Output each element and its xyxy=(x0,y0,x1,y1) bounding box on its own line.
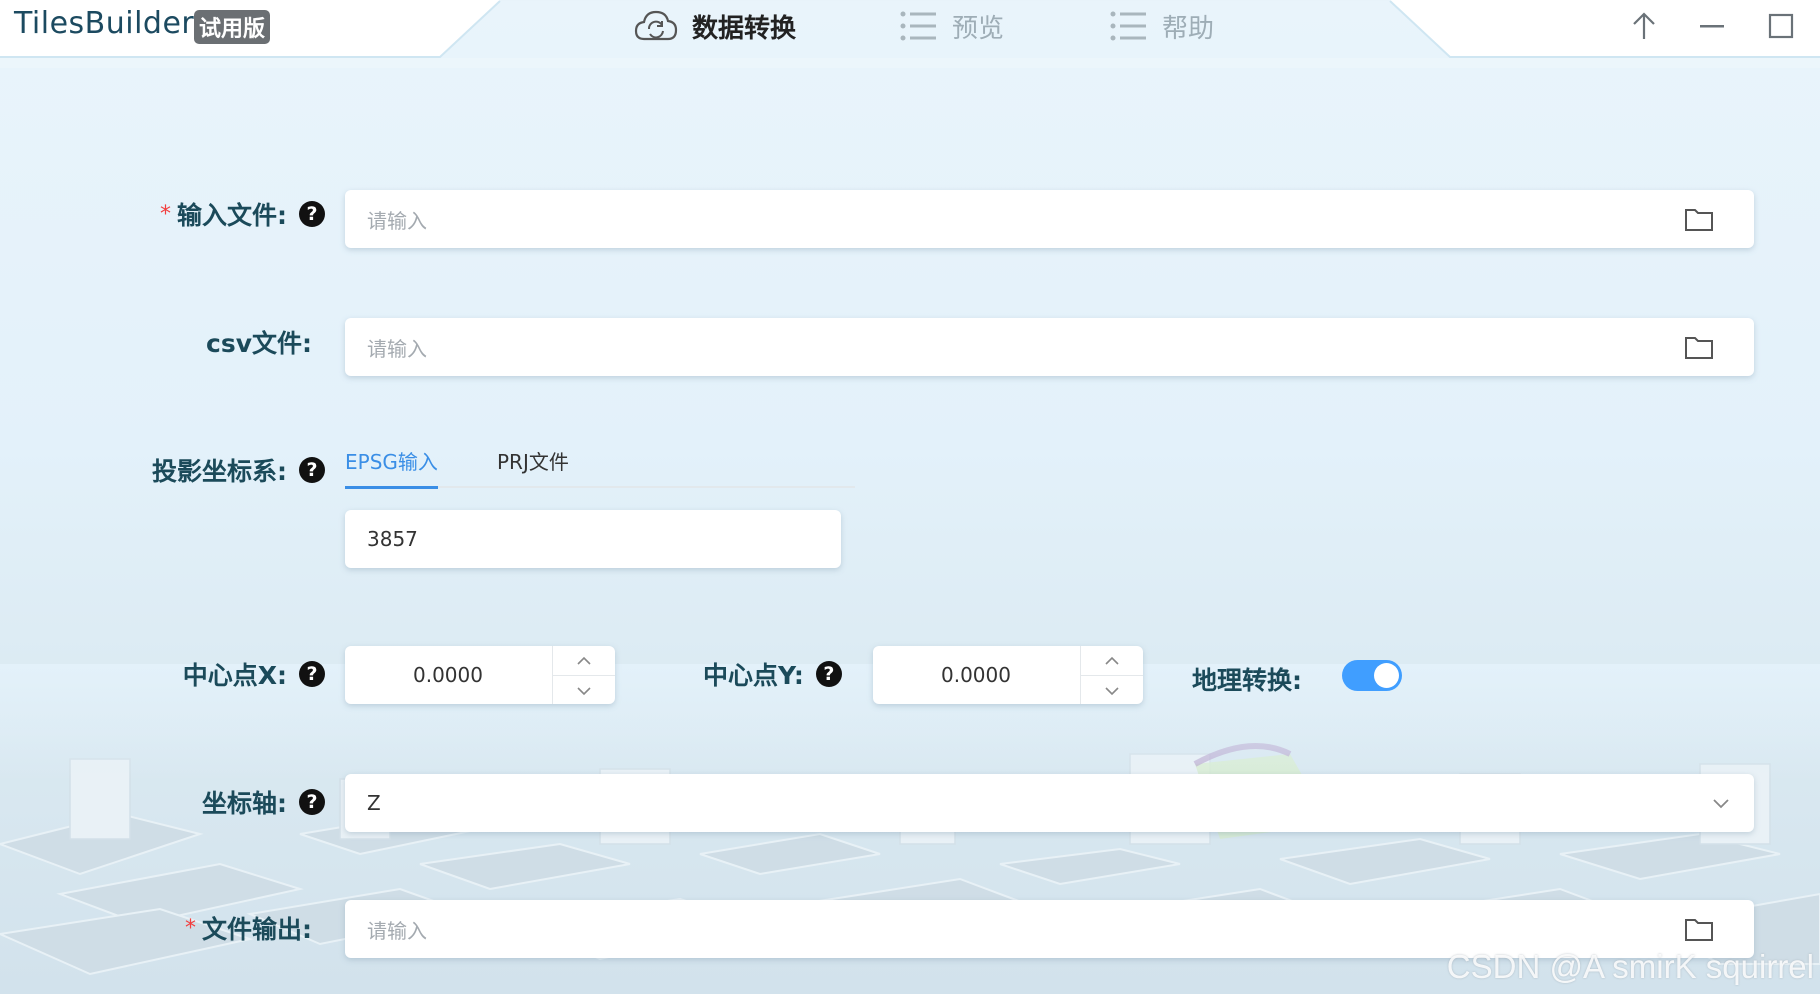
axis-value: Z xyxy=(367,791,381,815)
chevron-up-icon[interactable] xyxy=(1081,646,1143,676)
center-y-label: 中心点Y: ? xyxy=(703,656,842,692)
projection-tabs: EPSG输入 PRJ文件 xyxy=(345,440,855,489)
chevron-down-icon[interactable] xyxy=(553,676,615,705)
axis-label-text: 坐标轴: xyxy=(202,789,287,818)
folder-icon[interactable] xyxy=(1684,334,1714,360)
chevron-down-icon[interactable] xyxy=(1081,676,1143,705)
center-y-input[interactable]: 0.0000 xyxy=(873,646,1143,704)
list-icon xyxy=(1110,10,1148,42)
watermark: CSDN @A smirK squirrel xyxy=(1446,948,1814,985)
center-y-value: 0.0000 xyxy=(941,663,1011,687)
nav-label: 帮助 xyxy=(1162,13,1215,44)
csv-file-label: csv文件: xyxy=(206,324,312,360)
nav-label: 数据转换 xyxy=(692,13,797,44)
required-mark: * xyxy=(160,201,171,227)
maximize-icon[interactable] xyxy=(1761,6,1801,46)
folder-icon[interactable] xyxy=(1684,916,1714,942)
cloud-sync-icon xyxy=(634,9,678,43)
center-y-label-text: 中心点Y: xyxy=(703,661,804,690)
required-mark: * xyxy=(185,915,196,941)
center-x-input[interactable]: 0.0000 xyxy=(345,646,615,704)
nav-preview[interactable]: 预览 xyxy=(900,4,1004,48)
geo-transform-label: 地理转换: xyxy=(1192,661,1302,697)
csv-file-field[interactable]: 请输入 xyxy=(345,318,1754,376)
tab-prj-file[interactable]: PRJ文件 xyxy=(497,446,569,475)
output-file-placeholder: 请输入 xyxy=(367,918,427,943)
toggle-knob xyxy=(1374,663,1399,688)
nav-data-conversion[interactable]: 数据转换 xyxy=(634,4,796,48)
help-icon[interactable]: ? xyxy=(299,201,325,227)
minimize-icon[interactable] xyxy=(1692,6,1732,46)
epsg-value: 3857 xyxy=(367,527,418,551)
chevron-down-icon[interactable] xyxy=(1712,797,1730,809)
chevron-up-icon[interactable] xyxy=(553,646,615,676)
output-file-label-text: 文件输出: xyxy=(202,915,312,944)
nav-help[interactable]: 帮助 xyxy=(1110,4,1214,48)
geo-transform-toggle[interactable] xyxy=(1342,660,1402,691)
center-x-label: 中心点X: ? xyxy=(183,656,325,692)
csv-file-placeholder: 请输入 xyxy=(367,336,427,361)
help-icon[interactable]: ? xyxy=(299,789,325,815)
csv-file-label-text: csv文件: xyxy=(206,329,312,358)
trial-badge: 试用版 xyxy=(194,10,271,44)
title-bar: TilesBuilder 试用版 数据转换 预览 帮助 xyxy=(0,0,1820,68)
axis-select[interactable]: Z xyxy=(345,774,1754,832)
nav-label: 预览 xyxy=(952,13,1005,44)
projection-label: 投影坐标系: ? xyxy=(152,452,325,488)
folder-icon[interactable] xyxy=(1684,206,1714,232)
epsg-field[interactable]: 3857 xyxy=(345,510,841,568)
center-x-value: 0.0000 xyxy=(413,663,483,687)
input-file-placeholder: 请输入 xyxy=(367,208,427,233)
geo-transform-label-text: 地理转换: xyxy=(1192,666,1302,695)
input-file-label-text: 输入文件: xyxy=(177,201,287,230)
pin-icon[interactable] xyxy=(1624,6,1664,46)
output-file-label: * 文件输出: xyxy=(185,910,312,946)
list-icon xyxy=(900,10,938,42)
help-icon[interactable]: ? xyxy=(299,661,325,687)
help-icon[interactable]: ? xyxy=(299,457,325,483)
axis-label: 坐标轴: ? xyxy=(202,784,325,820)
center-x-label-text: 中心点X: xyxy=(182,661,287,690)
center-x-stepper xyxy=(552,646,615,704)
projection-label-text: 投影坐标系: xyxy=(152,457,287,486)
input-file-label: * 输入文件: ? xyxy=(160,196,325,232)
app-title: TilesBuilder xyxy=(14,6,195,41)
center-y-stepper xyxy=(1080,646,1143,704)
tab-epsg-input[interactable]: EPSG输入 xyxy=(345,446,438,489)
help-icon[interactable]: ? xyxy=(815,661,842,687)
input-file-field[interactable]: 请输入 xyxy=(345,190,1754,248)
